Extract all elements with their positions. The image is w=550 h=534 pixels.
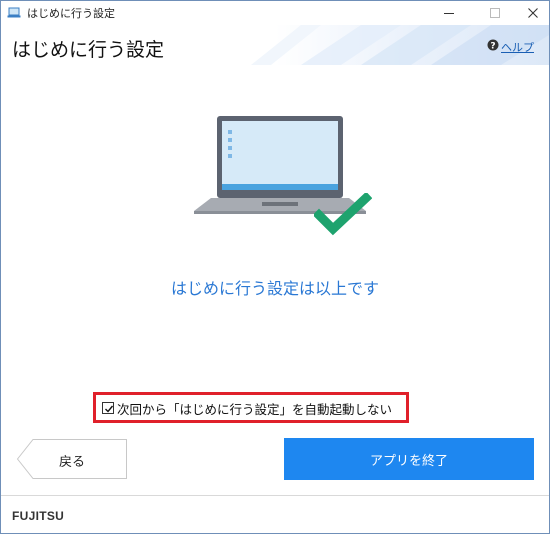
maximize-icon	[490, 8, 500, 18]
dont-autostart-label: 次回から「はじめに行う設定」を自動起動しない	[117, 401, 393, 417]
finish-app-button[interactable]: アプリを終了	[284, 438, 534, 480]
back-button[interactable]: 戻る	[17, 439, 127, 479]
dont-autostart-checkbox[interactable]	[102, 402, 114, 414]
svg-text:?: ?	[490, 42, 495, 52]
help-link[interactable]: ヘルプ	[501, 39, 534, 55]
finish-app-label: アプリを終了	[369, 454, 448, 469]
header-banner: はじめに行う設定 ? ヘルプ	[1, 25, 549, 65]
back-button-label: 戻る	[59, 455, 86, 470]
minimize-icon	[444, 13, 454, 14]
maximize-button[interactable]	[479, 1, 511, 25]
close-icon	[528, 8, 538, 18]
help-question-icon[interactable]: ?	[487, 39, 499, 51]
completion-message: はじめに行う設定は以上です	[170, 279, 379, 298]
minimize-button[interactable]	[433, 1, 465, 25]
checkmark-icon	[314, 193, 372, 236]
title-bar[interactable]: はじめに行う設定	[1, 1, 549, 25]
footer-divider	[1, 495, 549, 496]
checkbox-check-icon	[105, 405, 114, 413]
setup-window: はじめに行う設定 はじめに行う設定 ? ヘルプ はじめに行う設定は以上です 次回…	[0, 0, 550, 534]
page-title: はじめに行う設定	[12, 39, 165, 61]
app-laptop-icon	[7, 7, 21, 18]
dont-autostart-option[interactable]: 次回から「はじめに行う設定」を自動起動しない	[102, 399, 392, 417]
fujitsu-logo: FUJITSU	[12, 509, 65, 523]
close-button[interactable]	[517, 1, 549, 25]
window-title: はじめに行う設定	[27, 7, 115, 20]
